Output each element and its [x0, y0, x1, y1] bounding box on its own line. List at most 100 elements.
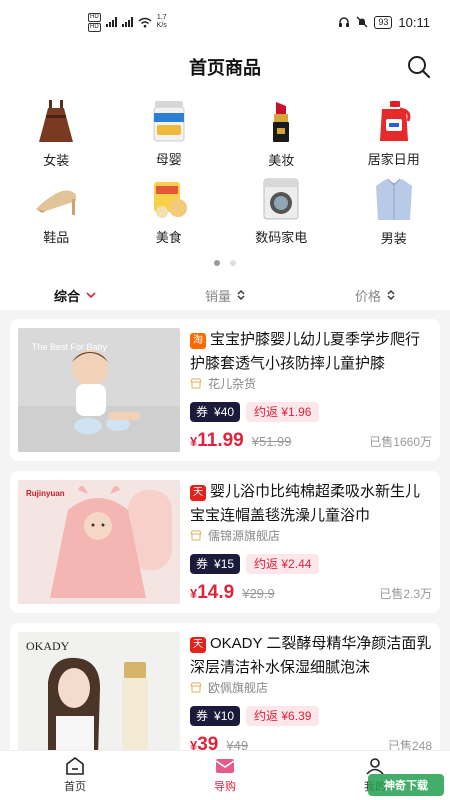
category-women[interactable]: 女装: [0, 98, 113, 168]
signal-icon: [105, 17, 117, 27]
category-men[interactable]: 男装: [338, 176, 450, 246]
app-header: 首页商品: [0, 44, 450, 90]
network-speed: 1.7 K/s: [156, 14, 167, 29]
rebate-badge: 约返 ¥2.44: [246, 554, 320, 574]
wifi-icon: [138, 17, 152, 27]
coupon-badge[interactable]: 券 ¥15: [190, 554, 241, 574]
headphones-icon: [339, 17, 350, 27]
shop-name: 儒锦源旗舰店: [208, 529, 281, 543]
tags-row: 券 ¥15 约返 ¥2.44: [190, 554, 432, 574]
sort-price[interactable]: 价格: [300, 280, 450, 310]
product-image-facial-cleanser: OKADY: [18, 632, 180, 750]
rebate-badge: 约返 ¥1.96: [246, 402, 320, 422]
tab-label: 首页: [64, 781, 86, 793]
price: ¥39: [190, 734, 219, 750]
shop-row[interactable]: 欧佩旗舰店: [190, 679, 432, 696]
category-label: 美食: [155, 230, 182, 245]
status-right: 93 10:11: [338, 15, 430, 30]
category-grid: 女装 母婴 美妆 居家日用 鞋品 美食 数码家电 男装: [0, 90, 450, 246]
page-dot: [230, 260, 236, 266]
sold-count: 已售1660万: [369, 435, 432, 449]
mute-icon: [356, 16, 368, 28]
category-label: 居家日用: [367, 152, 420, 167]
detergent-icon: [370, 98, 418, 143]
original-price: ¥49: [226, 738, 249, 750]
product-title: 天婴儿浴巾比纯棉超柔吸水新生儿宝宝连帽盖毯洗澡儿童浴巾: [190, 483, 421, 524]
product-card[interactable]: OKADY 天 OKADY 二裂酵母精华净颜洁面乳深层清洁补水保湿细腻泡沫 欧佩旗…: [10, 623, 440, 750]
tmall-icon: 天: [190, 637, 206, 653]
washing-machine-icon: [257, 176, 305, 221]
category-home[interactable]: 居家日用: [338, 98, 450, 168]
coupon-value: ¥10: [214, 706, 241, 726]
product-info: 淘宝宝护膝婴儿幼儿夏季学步爬行护膝套透气小孩防摔儿童护膝 花儿杂货 券 ¥40 约…: [190, 328, 432, 452]
product-image-baby-towel: Rujinyuan: [18, 480, 180, 604]
price: ¥14.9: [190, 582, 235, 603]
heels-icon: [32, 176, 80, 221]
coupon-label: 券: [190, 402, 215, 422]
tags-row: 券 ¥40 约返 ¥1.96: [190, 402, 432, 422]
tmall-icon: 天: [190, 485, 206, 501]
tags-row: 券 ¥10 约返 ¥6.39: [190, 706, 432, 726]
tab-label: 导购: [214, 781, 236, 793]
shop-row[interactable]: 花儿杂货: [190, 375, 432, 392]
category-label: 数码家电: [255, 230, 308, 245]
category-label: 鞋品: [43, 230, 70, 245]
battery-icon: 93: [374, 15, 393, 29]
category-digital[interactable]: 数码家电: [225, 176, 338, 246]
watermark: 神奇下载: [368, 774, 444, 796]
coupon-label: 券: [190, 554, 215, 574]
category-label: 女装: [43, 153, 70, 168]
coupon-label: 券: [190, 706, 215, 726]
coupon-value: ¥40: [214, 402, 241, 422]
original-price: ¥29.9: [242, 586, 275, 601]
clock: 10:11: [398, 14, 430, 30]
milk-powder-icon: [145, 98, 193, 143]
search-icon[interactable]: [406, 54, 432, 80]
status-left: HD HD 1.7 K/s: [88, 12, 167, 32]
snack-icon: [145, 176, 193, 221]
thumb-text: OKADY: [26, 639, 70, 653]
shop-row[interactable]: 儒锦源旗舰店: [190, 527, 432, 544]
category-food[interactable]: 美食: [113, 176, 226, 246]
coupon-value: ¥15: [214, 554, 241, 574]
tab-guide[interactable]: 导购: [150, 751, 300, 800]
sort-arrows-icon: [237, 290, 245, 300]
chevron-down-icon: [86, 292, 96, 298]
rebate-badge: 约返 ¥6.39: [246, 706, 320, 726]
home-icon: [66, 757, 84, 775]
product-title: 天 OKADY 二裂酵母精华净颜洁面乳深层清洁补水保湿细腻泡沫: [190, 635, 432, 676]
sort-composite[interactable]: 综合: [0, 280, 150, 310]
thumb-text: Rujinyuan: [26, 489, 65, 498]
store-icon: [190, 378, 202, 389]
sort-bar: 综合 销量 价格: [0, 280, 450, 310]
product-info: 天婴儿浴巾比纯棉超柔吸水新生儿宝宝连帽盖毯洗澡儿童浴巾 儒锦源旗舰店 券 ¥15 …: [190, 480, 432, 604]
tab-home[interactable]: 首页: [0, 751, 150, 800]
sort-sales-label: 销量: [204, 288, 231, 304]
sort-arrows-icon: [387, 290, 395, 300]
category-section: 女装 母婴 美妆 居家日用 鞋品 美食 数码家电 男装: [0, 90, 450, 280]
shop-name: 欧佩旗舰店: [208, 681, 269, 695]
product-card[interactable]: Rujinyuan 天婴儿浴巾比纯棉超柔吸水新生儿宝宝连帽盖毯洗澡儿童浴巾 儒锦…: [10, 471, 440, 613]
store-icon: [190, 530, 202, 541]
thumb-text: The Best For Baby: [32, 342, 108, 352]
price-row: ¥14.9 ¥29.9 已售2.3万: [190, 582, 432, 604]
bottom-tab-bar: 首页 导购 我的 神奇下载: [0, 750, 450, 800]
shirt-icon: [370, 176, 418, 222]
product-image-baby-knee-pads: The Best For Baby: [18, 328, 180, 452]
category-makeup[interactable]: 美妆: [225, 98, 338, 168]
shop-name: 花儿杂货: [208, 377, 257, 391]
sort-composite-label: 综合: [53, 288, 80, 304]
product-list: The Best For Baby 淘宝宝护膝婴儿幼儿夏季学步爬行护膝套透气小孩…: [0, 310, 450, 750]
price-row: ¥11.99 ¥51.99 已售1660万: [190, 430, 432, 452]
coupon-badge[interactable]: 券 ¥40: [190, 402, 241, 422]
product-card[interactable]: The Best For Baby 淘宝宝护膝婴儿幼儿夏季学步爬行护膝套透气小孩…: [10, 319, 440, 461]
category-baby[interactable]: 母婴: [113, 98, 226, 168]
sold-count: 已售248: [387, 739, 432, 750]
category-shoes[interactable]: 鞋品: [0, 176, 113, 246]
taobao-icon: 淘: [190, 333, 206, 349]
sort-sales[interactable]: 销量: [150, 280, 300, 310]
page-indicator: [0, 260, 450, 266]
coupon-badge[interactable]: 券 ¥10: [190, 706, 241, 726]
lipstick-icon: [257, 98, 305, 144]
dress-icon: [32, 98, 80, 144]
